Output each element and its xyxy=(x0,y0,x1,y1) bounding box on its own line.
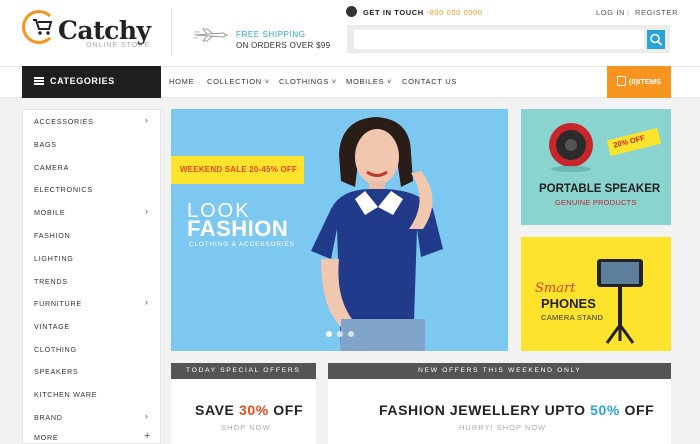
phone-number[interactable]: -800 000 0000 xyxy=(427,8,483,17)
logo[interactable]: Catchy ONLINE STORE xyxy=(22,10,162,52)
search-bar xyxy=(347,25,670,53)
login-register-divider: | xyxy=(627,8,629,17)
hero-title-line2: FASHION xyxy=(187,216,289,241)
speaker-banner[interactable] xyxy=(521,109,671,225)
sidebar-item-kitchen-ware[interactable]: KITCHEN WARE xyxy=(34,390,97,399)
sidebar-item-clothing[interactable]: CLOTHING xyxy=(34,345,77,354)
logo-cart-icon xyxy=(32,18,54,41)
promo-headline: SAVE 30% OFF xyxy=(195,402,303,418)
sidebar-item-vintage[interactable]: VINTAGE xyxy=(34,322,70,331)
speaker-banner-title: PORTABLE SPEAKER xyxy=(539,183,661,195)
search-input[interactable] xyxy=(354,30,644,49)
chevron-right-icon[interactable]: › xyxy=(145,206,148,216)
sidebar-item-brand[interactable]: BRAND xyxy=(34,413,63,422)
promo-headline-text: OFF xyxy=(268,402,304,418)
brand-name: Catchy xyxy=(58,16,151,45)
promo-header-text: NEW OFFERS THIS WEEKEND ONLY xyxy=(418,367,582,374)
phones-banner-line3: CAMERA STAND xyxy=(541,313,604,322)
phones-banner-line2: PHONES xyxy=(541,296,596,311)
chevron-right-icon[interactable]: › xyxy=(145,297,148,307)
airplane-icon xyxy=(193,28,229,42)
chevron-right-icon[interactable]: › xyxy=(145,115,148,125)
sidebar-item-electronics[interactable]: ELECTRONICS xyxy=(34,185,93,194)
sidebar-item-furniture[interactable]: FURNITURE xyxy=(34,299,82,308)
sidebar-item-more[interactable]: MORE xyxy=(34,433,58,442)
promo-headline: FASHION JEWELLERY UPTO 50% OFF xyxy=(379,402,654,418)
carousel-dot-3[interactable] xyxy=(348,331,354,337)
carousel-dot-2[interactable] xyxy=(337,331,343,337)
login-link[interactable]: LOG IN xyxy=(596,8,625,17)
page: Catchy ONLINE STORE FREE SHIPPING ON ORD… xyxy=(0,0,700,444)
hamburger-icon xyxy=(34,77,44,85)
carousel-dot-1[interactable] xyxy=(326,331,332,337)
sidebar-item-bags[interactable]: BAGS xyxy=(34,140,57,149)
hurry-shop-now-link[interactable]: HURRY! SHOP NOW xyxy=(459,423,546,432)
nav-mobiles[interactable]: MOBILES ˅ xyxy=(346,77,392,86)
speaker-banner-subtitle: GENUINE PRODUCTS xyxy=(555,198,637,207)
speaker-image xyxy=(549,123,593,172)
sale-tag-text: WEEKEND SALE 20-45% OFF xyxy=(180,165,298,174)
plus-icon[interactable]: + xyxy=(144,430,150,442)
cart-count-label: (0)ITEMS xyxy=(629,77,662,86)
search-button[interactable] xyxy=(647,30,665,49)
sidebar-item-speakers[interactable]: SPEAKERS xyxy=(34,367,78,376)
sidebar-item-lighting[interactable]: LIGHTING xyxy=(34,254,74,263)
sidebar-item-accessories[interactable]: ACCESSORIES xyxy=(34,117,94,126)
promo-header-text: TODAY SPECIAL OFFERS xyxy=(186,367,301,374)
categories-label: CATEGORIES xyxy=(50,76,115,86)
nav-home[interactable]: HOME xyxy=(169,77,194,86)
contact-info: GET IN TOUCH -800 000 0000 xyxy=(363,8,483,17)
promo-headline-text: FASHION JEWELLERY UPTO xyxy=(379,402,591,418)
promo-highlight: 50% xyxy=(590,402,620,418)
sidebar-item-fashion[interactable]: FASHION xyxy=(34,231,70,240)
promo-headline-text: OFF xyxy=(619,402,655,418)
promo-headline-text: SAVE xyxy=(195,402,239,418)
phone-icon xyxy=(346,6,357,17)
get-in-touch-label: GET IN TOUCH xyxy=(363,8,424,17)
nav-clothings[interactable]: CLOTHINGS ˅ xyxy=(279,77,337,86)
shop-now-link[interactable]: SHOP NOW xyxy=(221,423,271,432)
promo-highlight: 30% xyxy=(238,402,269,418)
hero-subtitle: CLOTHING & ACCESSORIES xyxy=(189,241,295,248)
sidebar-item-trends[interactable]: TRENDS xyxy=(34,277,68,286)
nav-collection[interactable]: COLLECTION ˅ xyxy=(207,77,270,86)
brand-tagline: ONLINE STORE xyxy=(86,42,150,49)
chevron-right-icon[interactable]: › xyxy=(145,411,148,421)
shopping-bag-icon xyxy=(617,76,626,86)
register-link[interactable]: REGISTER xyxy=(635,8,678,17)
search-icon xyxy=(650,33,663,46)
free-shipping-title: FREE SHIPPING xyxy=(236,30,306,39)
phones-banner-line1: Smart xyxy=(535,281,576,296)
nav-contact-us[interactable]: CONTACT US xyxy=(402,77,457,86)
header-divider xyxy=(171,8,172,56)
free-shipping-subtitle: ON ORDERS OVER $99 xyxy=(236,41,331,50)
sidebar-item-mobile[interactable]: MOBILE xyxy=(34,208,65,217)
sidebar-item-camera[interactable]: CAMERA xyxy=(34,163,69,172)
